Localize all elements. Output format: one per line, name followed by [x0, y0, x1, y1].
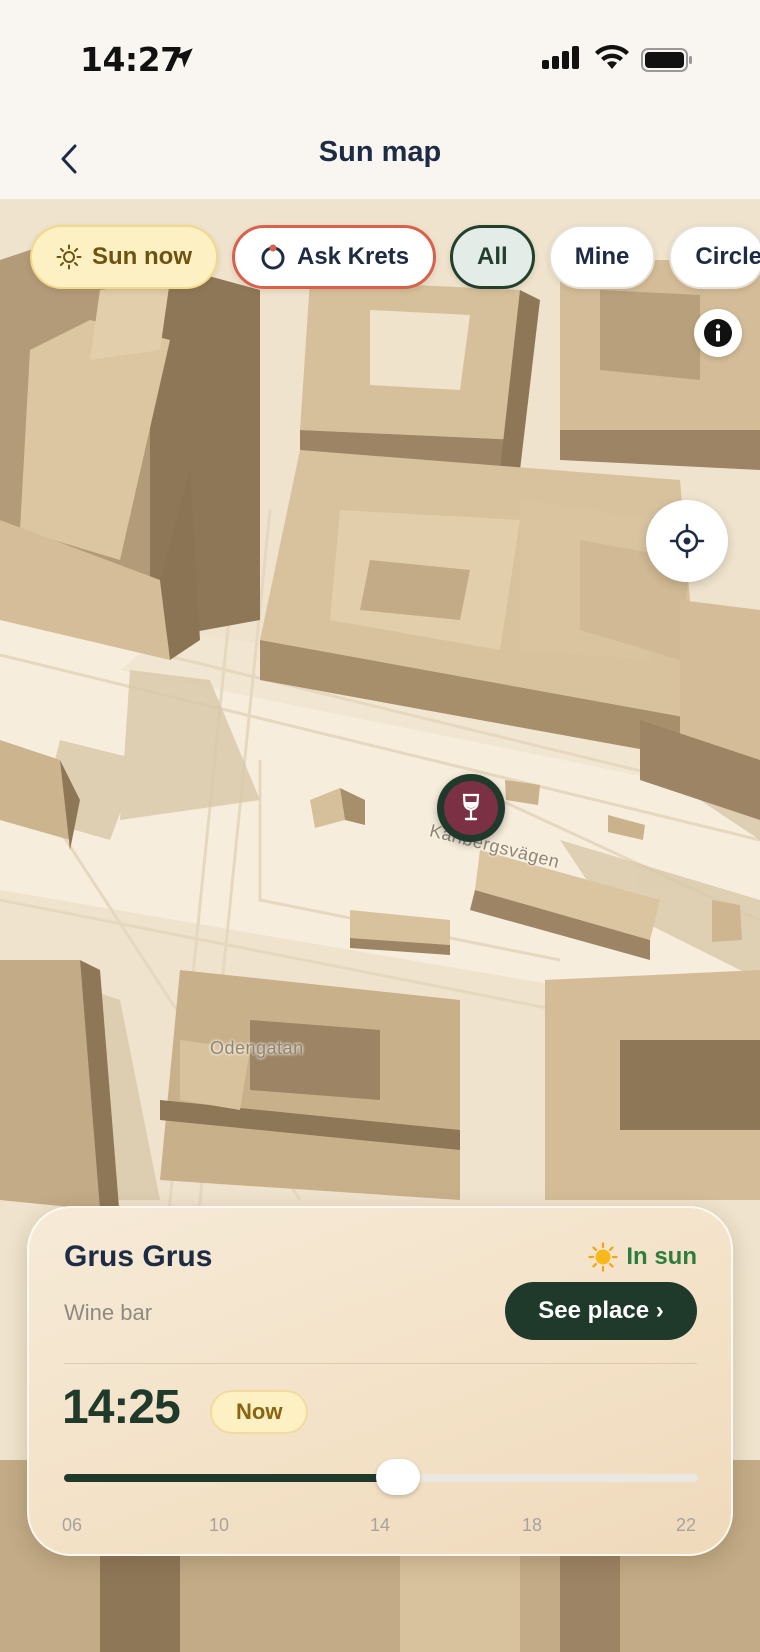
chip-circle[interactable]: Circle — [669, 225, 760, 289]
chip-label: Mine — [574, 243, 630, 270]
time-slider-thumb[interactable] — [375, 1459, 420, 1495]
sun-icon — [588, 1242, 618, 1272]
marker-badge — [444, 781, 498, 835]
chip-label: All — [477, 243, 508, 270]
nav-bar: Sun map — [0, 120, 760, 200]
chip-all[interactable]: All — [450, 225, 535, 289]
status-time: 14:27 — [80, 40, 183, 79]
filter-chips: Sun now Ask Krets All Mine Circle — [30, 225, 760, 289]
place-marker-grus-grus[interactable] — [437, 774, 505, 842]
page-title: Sun map — [318, 136, 442, 168]
sun-status: In sun — [588, 1242, 697, 1272]
street-label-odengatan: Odengatan — [210, 1038, 304, 1058]
slider-tick: 22 — [676, 1515, 697, 1535]
chip-ask-krets[interactable]: Ask Krets — [231, 225, 437, 289]
wifi-icon — [595, 45, 629, 69]
sun-status-label: In sun — [626, 1243, 697, 1270]
locate-me-button[interactable] — [646, 500, 728, 582]
place-card[interactable]: Grus Grus Wine bar In sun See place › 14… — [27, 1206, 733, 1556]
krets-ring-icon — [261, 244, 285, 270]
chip-sun-now[interactable]: Sun now — [30, 225, 218, 289]
battery-icon — [641, 48, 692, 72]
location-arrow-icon — [173, 48, 193, 68]
place-category: Wine bar — [64, 1300, 153, 1325]
chip-label: Circle — [695, 243, 760, 270]
now-badge[interactable]: Now — [210, 1390, 309, 1434]
place-name: Grus Grus — [64, 1240, 213, 1273]
divider — [64, 1363, 697, 1364]
chip-label: Ask Krets — [296, 243, 410, 270]
wine-glass-icon — [462, 793, 480, 821]
sun-icon — [56, 244, 82, 270]
slider-tick: 06 — [62, 1515, 83, 1535]
time-slider-fill — [64, 1474, 398, 1482]
chip-mine[interactable]: Mine — [548, 225, 656, 289]
info-icon — [704, 319, 732, 347]
crosshair-icon — [669, 523, 705, 559]
slider-tick: 18 — [522, 1515, 543, 1535]
info-button[interactable] — [694, 309, 742, 357]
see-place-button[interactable]: See place › — [505, 1282, 697, 1340]
cellular-signal-icon — [542, 46, 579, 69]
slider-tick: 10 — [209, 1515, 230, 1535]
slider-tick: 14 — [370, 1515, 391, 1535]
status-bar: 14:27 — [0, 0, 760, 120]
selected-time: 14:25 — [62, 1381, 181, 1434]
chip-label: Sun now — [92, 243, 192, 270]
